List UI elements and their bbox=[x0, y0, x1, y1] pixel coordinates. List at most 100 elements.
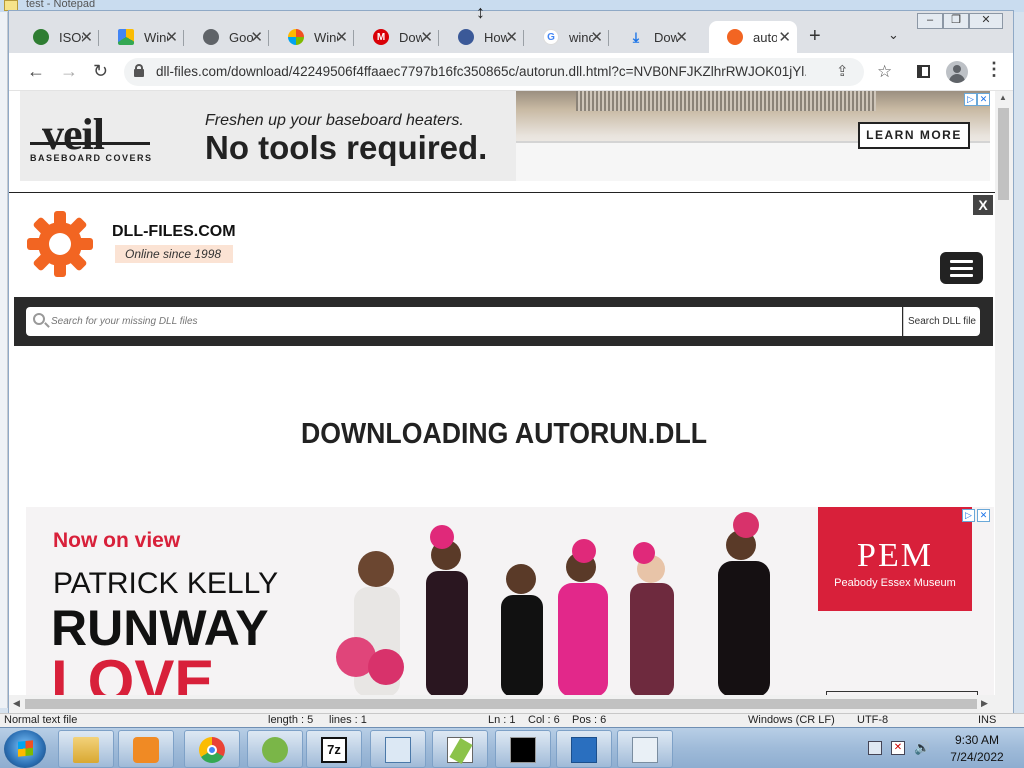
taskbar-document[interactable] bbox=[617, 730, 673, 768]
dll-files-logo-icon[interactable] bbox=[25, 209, 95, 279]
windows-icon bbox=[288, 29, 304, 45]
volume-icon[interactable]: 🔊 bbox=[914, 741, 930, 755]
forward-icon[interactable]: → bbox=[60, 61, 78, 82]
tab-search-chevron-icon[interactable]: ⌄ bbox=[888, 27, 899, 43]
taskbar-notepad-plus-plus[interactable] bbox=[432, 730, 488, 768]
scroll-up-icon[interactable]: ▲ bbox=[999, 93, 1007, 102]
notepad-title: test - Notepad bbox=[26, 0, 96, 10]
search-field[interactable] bbox=[26, 307, 902, 336]
notepad-plus-plus-icon bbox=[447, 737, 473, 765]
restore-button[interactable]: ❐ bbox=[943, 13, 969, 29]
dll-gear-icon bbox=[727, 29, 743, 45]
reload-icon[interactable]: ↻ bbox=[93, 61, 108, 82]
clock-time[interactable]: 9:30 AM bbox=[942, 733, 1012, 747]
close-tab-icon[interactable]: ✕ bbox=[80, 28, 93, 46]
site-name[interactable]: DLL-FILES.COM bbox=[112, 223, 236, 241]
tab-windows[interactable]: Windows ✕ bbox=[270, 21, 354, 53]
ad-close-icon[interactable]: ✕ bbox=[977, 509, 990, 522]
close-tab-icon[interactable]: ✕ bbox=[420, 28, 433, 46]
close-tab-icon[interactable]: ✕ bbox=[778, 28, 791, 46]
ad-close-icon[interactable]: ✕ bbox=[977, 93, 990, 106]
chrome-icon bbox=[199, 737, 225, 763]
page-viewport: veil BASEBOARD COVERS Freshen up your ba… bbox=[9, 91, 1013, 713]
ad-title-line3: LOVE bbox=[51, 648, 215, 697]
clock-date[interactable]: 7/24/2022 bbox=[942, 750, 1012, 764]
status-col: Col : 6 bbox=[528, 714, 560, 726]
tab-label: Download bbox=[399, 29, 423, 45]
tab-label: Windows bbox=[144, 29, 168, 45]
tab-windows-drive[interactable]: Windows ✕ bbox=[100, 21, 184, 53]
status-encoding: UTF-8 bbox=[857, 714, 889, 726]
tab-how[interactable]: How ✕ bbox=[440, 21, 524, 53]
profile-avatar-icon[interactable] bbox=[946, 61, 968, 83]
close-tab-icon[interactable]: ✕ bbox=[505, 28, 518, 46]
address-bar[interactable]: dll-files.com/download/42249506f4ffaaec7… bbox=[124, 58, 892, 86]
tab-mega-download[interactable]: M Download ✕ bbox=[355, 21, 439, 53]
horizontal-scrollbar[interactable]: ◀ ▶ bbox=[9, 695, 995, 713]
close-tab-icon[interactable]: ✕ bbox=[165, 28, 178, 46]
status-ln: Ln : 1 bbox=[488, 714, 516, 726]
ad-title-line1: PATRICK KELLY bbox=[53, 567, 279, 600]
lock-icon[interactable] bbox=[134, 64, 144, 77]
scroll-right-icon[interactable]: ▶ bbox=[981, 698, 988, 709]
banner-ad-pem[interactable]: Now on view PATRICK KELLY RUNWAY LOVE PE… bbox=[26, 507, 994, 697]
download-icon: ⤓ bbox=[632, 28, 640, 45]
taskbar-chrome[interactable] bbox=[184, 730, 240, 768]
close-window-button[interactable]: ✕ bbox=[969, 13, 1003, 29]
taskbar-media-player[interactable] bbox=[118, 730, 174, 768]
status-length: length : 5 bbox=[268, 714, 314, 726]
pem-logo-text: PEM bbox=[857, 537, 933, 574]
search-input[interactable] bbox=[51, 312, 891, 330]
tab-isos[interactable]: ISOs ✕ bbox=[15, 21, 99, 53]
taskbar-control-panel[interactable] bbox=[370, 730, 426, 768]
close-tab-icon[interactable]: ✕ bbox=[250, 28, 263, 46]
tab-google[interactable]: Google ✕ bbox=[185, 21, 269, 53]
vertical-scrollbar[interactable]: ▲ bbox=[995, 91, 1013, 713]
close-tab-icon[interactable]: ✕ bbox=[335, 28, 348, 46]
runway-models-photo bbox=[336, 512, 770, 697]
network-icon[interactable] bbox=[868, 741, 882, 755]
action-center-warning-icon[interactable]: ✕ bbox=[891, 741, 905, 755]
side-panel-icon[interactable] bbox=[917, 65, 930, 78]
minimize-button[interactable]: – bbox=[917, 13, 943, 29]
tab-autorun[interactable]: autorun ✕ bbox=[709, 21, 797, 53]
banner-ad-veil[interactable]: veil BASEBOARD COVERS Freshen up your ba… bbox=[20, 91, 990, 181]
notepad-edge bbox=[0, 12, 8, 708]
taskbar-7zip[interactable]: 7z bbox=[306, 730, 362, 768]
back-icon[interactable]: ← bbox=[27, 61, 45, 82]
close-overlay-button[interactable]: X bbox=[973, 195, 993, 215]
new-tab-button[interactable]: + bbox=[809, 25, 821, 48]
notepad-statusbar: Normal text file length : 5 lines : 1 Ln… bbox=[0, 713, 1024, 727]
pem-museum-name: Peabody Essex Museum bbox=[834, 577, 956, 589]
status-ins: INS bbox=[978, 714, 997, 726]
tab-google-search[interactable]: G windows ✕ bbox=[525, 21, 609, 53]
taskbar-explorer[interactable] bbox=[58, 730, 114, 768]
status-pos: Pos : 6 bbox=[572, 714, 607, 726]
windows-update-icon bbox=[571, 737, 597, 763]
scroll-left-icon[interactable]: ◀ bbox=[13, 698, 20, 709]
tab-label: windows bbox=[569, 29, 593, 45]
tab-download[interactable]: ⤓ Download ✕ bbox=[610, 21, 694, 53]
cmd-icon bbox=[510, 737, 536, 763]
adchoices-icon[interactable]: ▷ bbox=[962, 509, 975, 522]
taskbar-windows-update[interactable] bbox=[556, 730, 612, 768]
taskbar-app[interactable] bbox=[247, 730, 303, 768]
share-icon[interactable]: ⇪ bbox=[836, 62, 849, 80]
windows-taskbar: 7z ✕ 🔊 9:30 AM 7/24/2022 bbox=[0, 727, 1024, 768]
learn-more-button[interactable]: LEARN MORE bbox=[858, 122, 970, 149]
taskbar-cmd[interactable] bbox=[495, 730, 551, 768]
kebab-menu-icon[interactable]: ⋮ bbox=[985, 59, 1003, 80]
folder-icon bbox=[73, 737, 99, 763]
hamburger-menu-button[interactable] bbox=[940, 252, 983, 284]
tab-label: autorun bbox=[753, 29, 777, 45]
adchoices-icon[interactable]: ▷ bbox=[964, 93, 977, 106]
close-tab-icon[interactable]: ✕ bbox=[590, 28, 603, 46]
bookmark-star-icon[interactable]: ☆ bbox=[877, 62, 892, 82]
url-text[interactable]: dll-files.com/download/42249506f4ffaaec7… bbox=[156, 64, 806, 79]
close-tab-icon[interactable]: ✕ bbox=[675, 28, 688, 46]
scroll-thumb[interactable] bbox=[25, 699, 977, 709]
start-button[interactable] bbox=[4, 730, 46, 768]
resize-cursor-icon: ↕ bbox=[476, 2, 485, 22]
search-dll-button[interactable]: Search DLL file bbox=[903, 307, 980, 336]
scroll-thumb[interactable] bbox=[998, 108, 1009, 200]
